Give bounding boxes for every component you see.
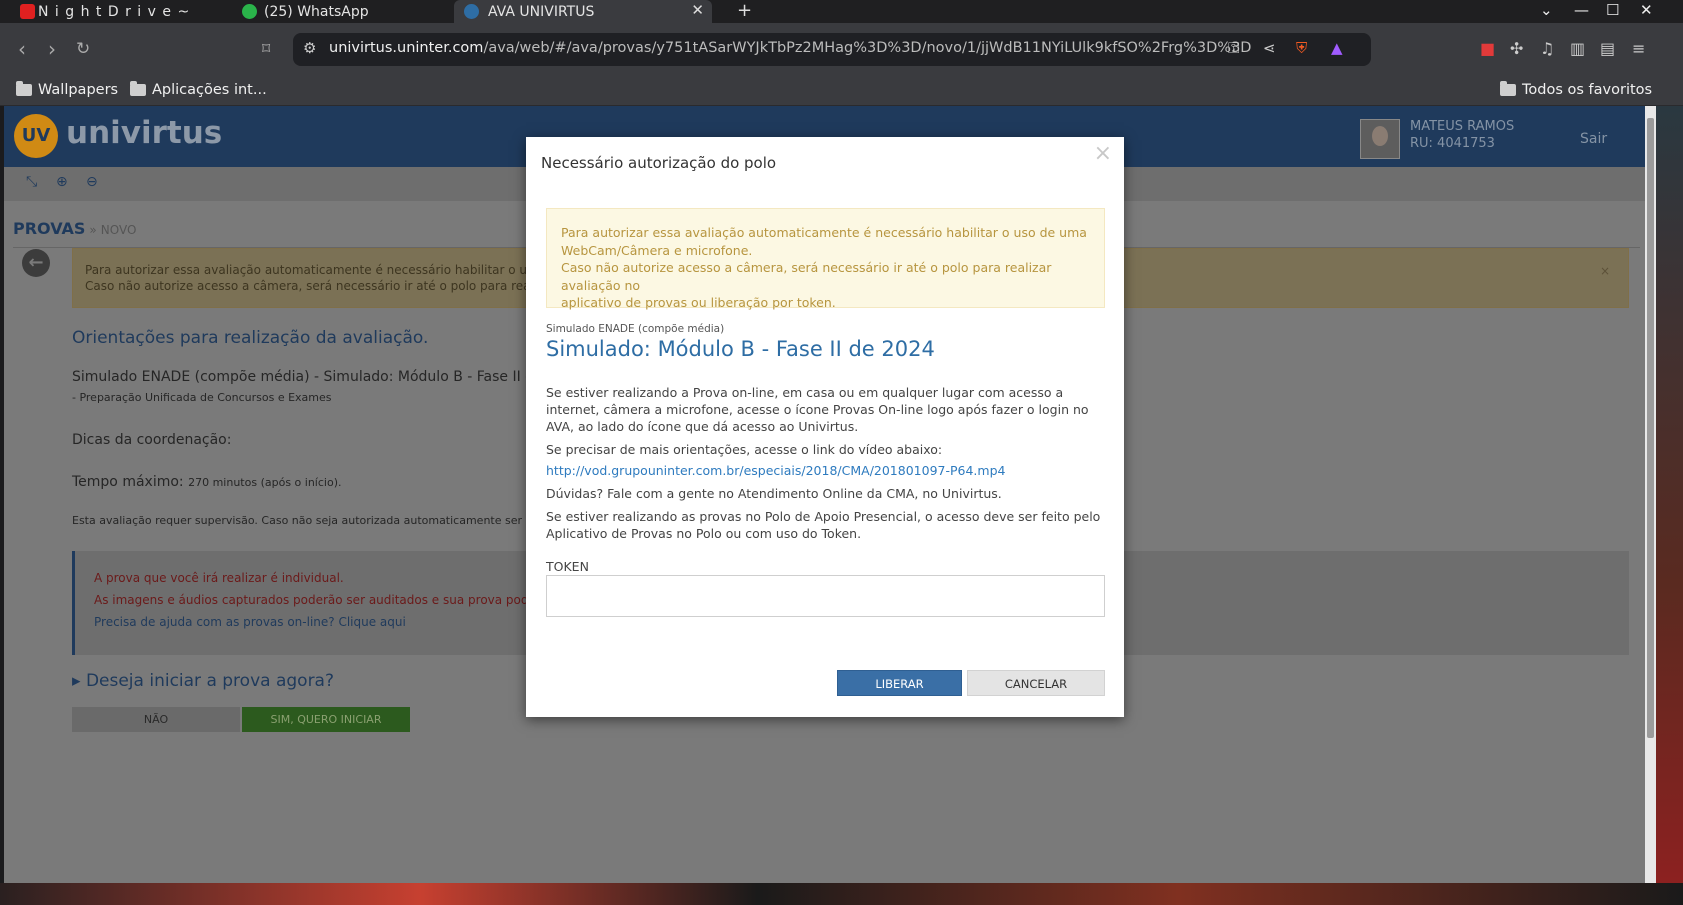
address-bar[interactable]: ⚙ univirtus.uninter.com/ava/web/#/ava/pr… bbox=[293, 33, 1371, 66]
tips-label: Dicas da coordenação: bbox=[72, 432, 232, 448]
tab-strip: N i g h t D r i v e ~ (25) WhatsApp AVA … bbox=[0, 0, 1683, 23]
brave-shield-icon[interactable]: ⛨ bbox=[1296, 39, 1307, 57]
youtube-icon bbox=[20, 4, 35, 19]
folder-icon bbox=[1500, 81, 1516, 96]
start-question-text: Deseja iniciar a prova agora? bbox=[85, 671, 334, 691]
supervision-note: Esta avaliação requer supervisão. Caso n… bbox=[72, 514, 523, 527]
tab-list-chevron-icon[interactable]: ⌄ bbox=[1540, 1, 1553, 19]
zoom-in-icon[interactable]: ⊕ bbox=[56, 174, 68, 190]
folder-icon bbox=[130, 81, 146, 96]
authorization-modal: Necessário autorização do polo × Para au… bbox=[526, 137, 1124, 717]
notice-audit: As imagens e áudios capturados poderão s… bbox=[94, 593, 559, 607]
media-icon[interactable]: ♫ bbox=[1540, 39, 1554, 58]
bookmark-label: Todos os favoritos bbox=[1522, 82, 1653, 98]
minimize-icon[interactable]: — bbox=[1574, 1, 1589, 19]
tab-title: (25) WhatsApp bbox=[264, 3, 369, 20]
password-key-icon[interactable]: ⚿ bbox=[1228, 39, 1239, 57]
extensions-icon[interactable]: ✣ bbox=[1510, 39, 1523, 58]
max-time-value: 270 minutos (após o início). bbox=[188, 476, 342, 489]
no-button[interactable]: NÃO bbox=[72, 707, 240, 732]
logout-link[interactable]: Sair bbox=[1580, 131, 1607, 147]
alert-line: Caso não autorize acesso a câmera, será … bbox=[561, 260, 1052, 293]
alert-line: Para autorizar essa avaliação automatica… bbox=[561, 225, 1087, 240]
univirtus-logo-text[interactable]: univirtus bbox=[66, 115, 222, 151]
start-question[interactable]: ▸ Deseja iniciar a prova agora? bbox=[72, 671, 334, 691]
release-button[interactable]: LIBERAR bbox=[837, 670, 962, 696]
breadcrumb-provas[interactable]: PROVAS bbox=[13, 219, 85, 238]
max-time: Tempo máximo: 270 minutos (após o início… bbox=[72, 474, 341, 490]
browser-toolbar: ‹ › ↻ ⌑ ⚙ univirtus.uninter.com/ava/web/… bbox=[0, 23, 1683, 77]
modal-title: Necessário autorização do polo bbox=[541, 154, 777, 172]
alert-line: aplicativo de provas ou liberação por to… bbox=[561, 295, 836, 310]
close-tab-icon[interactable]: ✕ bbox=[691, 1, 704, 19]
exam-title: Simulado ENADE (compõe média) - Simulado… bbox=[72, 369, 535, 385]
max-time-label: Tempo máximo: bbox=[72, 474, 184, 490]
instructions-polo: Se estiver realizando as provas no Polo … bbox=[546, 509, 1101, 541]
start-exam-button[interactable]: SIM, QUERO INICIAR bbox=[242, 707, 410, 732]
url-text: univirtus.uninter.com/ava/web/#/ava/prov… bbox=[329, 40, 1252, 56]
user-name: MATEUS RAMOS bbox=[1410, 119, 1515, 134]
bookmark-label: Aplicações int... bbox=[152, 82, 267, 98]
help-link[interactable]: Precisa de ajuda com as provas on-line? … bbox=[94, 615, 406, 629]
univirtus-logo-mark[interactable]: UV bbox=[14, 114, 58, 158]
maximize-icon[interactable]: ☐ bbox=[1606, 1, 1619, 19]
wallet-icon[interactable]: ▤ bbox=[1600, 39, 1615, 58]
modal-warning-alert: Para autorizar essa avaliação automatica… bbox=[546, 208, 1105, 310]
guidelines-heading: Orientações para realização da avaliação… bbox=[72, 328, 429, 348]
tab-title: AVA UNIVIRTUS bbox=[488, 3, 595, 20]
share-icon[interactable]: ⋖ bbox=[1263, 39, 1276, 57]
folder-icon bbox=[16, 81, 32, 96]
sidebar-icon[interactable]: ▥ bbox=[1570, 39, 1585, 58]
close-icon[interactable]: × bbox=[1094, 141, 1112, 166]
user-ru: RU: 4041753 bbox=[1410, 136, 1495, 151]
bookmark-label: Wallpapers bbox=[38, 82, 119, 98]
tab-nightdrive[interactable]: N i g h t D r i v e ~ bbox=[18, 0, 228, 23]
instructions-online: Se estiver realizando a Prova on-line, e… bbox=[546, 385, 1089, 434]
exam-heading: Simulado: Módulo B - Fase II de 2024 bbox=[546, 337, 935, 361]
token-label: TOKEN bbox=[546, 559, 589, 574]
breadcrumb-novo: NOVO bbox=[100, 223, 137, 237]
zoom-out-icon[interactable]: ⊖ bbox=[86, 174, 98, 190]
youtube-extension-icon[interactable]: ■ bbox=[1480, 39, 1495, 58]
menu-icon[interactable]: ≡ bbox=[1632, 39, 1645, 58]
bookmark-icon[interactable]: ⌑ bbox=[262, 39, 270, 58]
breadcrumb-separator: » bbox=[89, 223, 97, 237]
exam-course: - Preparação Unificada de Concursos e Ex… bbox=[72, 391, 332, 404]
bookmark-wallpapers[interactable]: Wallpapers bbox=[16, 81, 119, 98]
instructions-help: Dúvidas? Fale com a gente no Atendimento… bbox=[546, 486, 1002, 501]
brave-rewards-icon[interactable]: ▲ bbox=[1331, 39, 1343, 57]
site-info-icon[interactable]: ⚙ bbox=[303, 39, 316, 57]
instructions-more: Se precisar de mais orientações, acesse … bbox=[546, 442, 943, 457]
scrollbar-thumb[interactable] bbox=[1647, 118, 1654, 738]
desktop-wallpaper-edge bbox=[1656, 106, 1683, 905]
notice-individual: A prova que você irá realizar é individu… bbox=[94, 571, 344, 585]
exam-category: Simulado ENADE (compõe média) bbox=[546, 323, 725, 335]
cancel-button[interactable]: CANCELAR bbox=[967, 670, 1105, 696]
univirtus-favicon-icon bbox=[464, 4, 479, 19]
whatsapp-icon bbox=[242, 4, 257, 19]
forward-icon[interactable]: › bbox=[48, 37, 56, 61]
back-arrow-icon[interactable]: ← bbox=[22, 249, 50, 277]
collapse-icon[interactable]: ⤡ bbox=[26, 174, 37, 190]
desktop-wallpaper-bottom bbox=[0, 883, 1683, 905]
token-input[interactable] bbox=[546, 575, 1105, 617]
bookmark-all-favorites[interactable]: Todos os favoritos bbox=[1500, 81, 1653, 98]
back-icon[interactable]: ‹ bbox=[18, 37, 26, 61]
close-window-icon[interactable]: ✕ bbox=[1640, 1, 1653, 19]
page-scrollbar[interactable] bbox=[1645, 106, 1656, 883]
bookmark-aplicacoes[interactable]: Aplicações int... bbox=[130, 81, 267, 98]
tab-ava-univirtus[interactable]: AVA UNIVIRTUS ✕ bbox=[454, 0, 712, 23]
new-tab-icon[interactable]: + bbox=[737, 0, 752, 21]
reload-icon[interactable]: ↻ bbox=[76, 39, 90, 59]
close-icon[interactable]: × bbox=[1600, 263, 1610, 279]
video-link[interactable]: http://vod.grupouninter.com.br/especiais… bbox=[546, 463, 1005, 478]
alert-line: WebCam/Câmera e microfone. bbox=[561, 242, 753, 258]
bookmarks-bar: Wallpapers Aplicações int... Todos os fa… bbox=[0, 77, 1683, 106]
tab-title: N i g h t D r i v e ~ bbox=[38, 3, 191, 20]
avatar[interactable] bbox=[1360, 119, 1400, 159]
breadcrumb: PROVAS » NOVO bbox=[13, 219, 136, 238]
tab-whatsapp[interactable]: (25) WhatsApp bbox=[240, 0, 445, 23]
